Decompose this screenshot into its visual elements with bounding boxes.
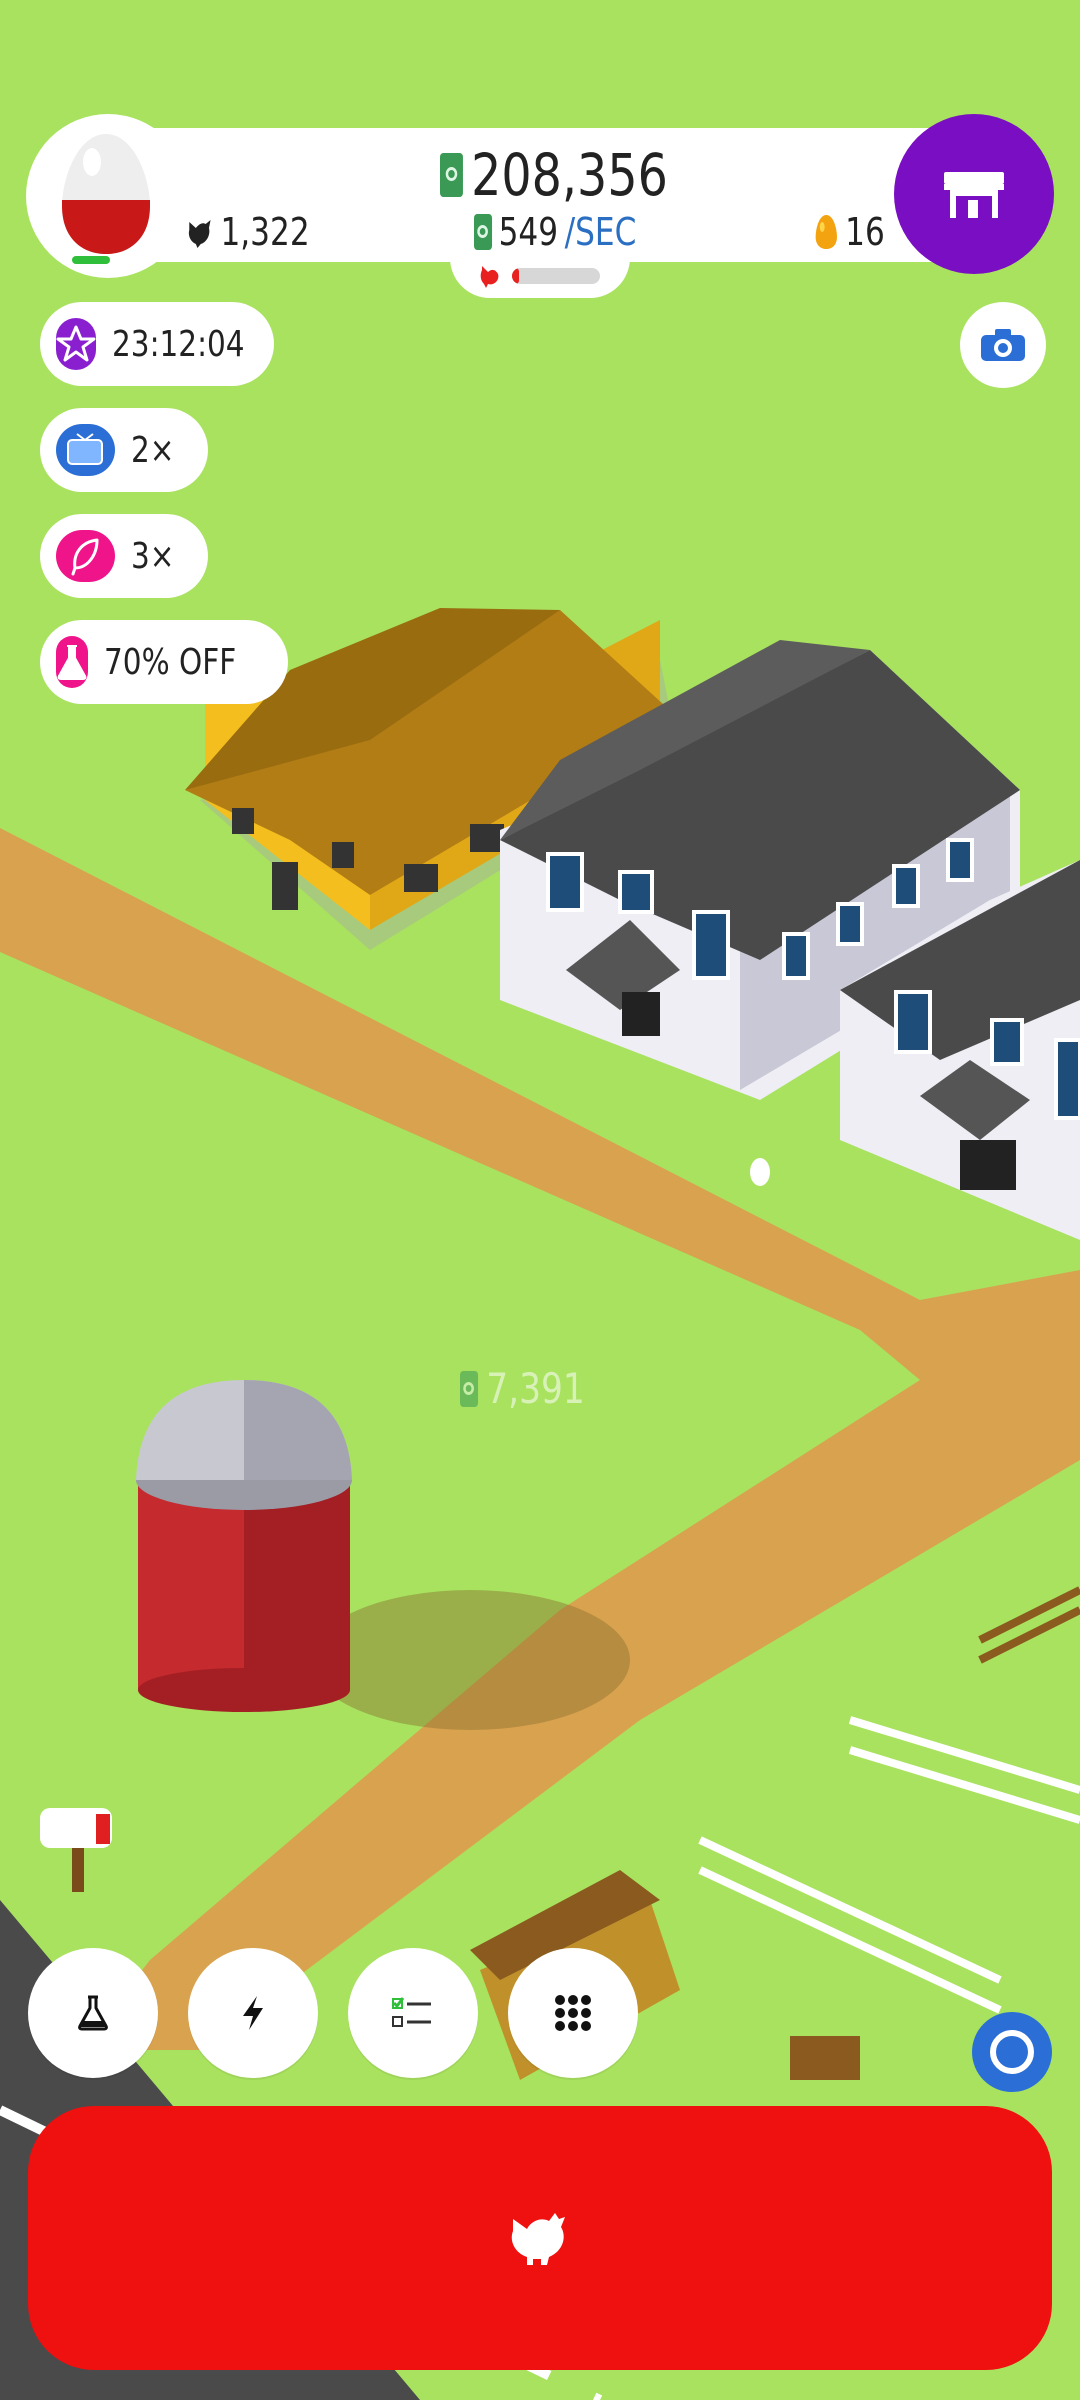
wood-fence	[978, 1586, 1080, 1664]
boost-pill-timer[interactable]: 23:12:04	[40, 302, 274, 386]
chicken-sprite	[750, 1158, 770, 1186]
cash-icon	[474, 214, 493, 250]
floating-cash-popup: 7,391	[460, 1364, 585, 1413]
grid-icon	[555, 1995, 591, 2031]
camera-button[interactable]	[960, 302, 1046, 388]
store-icon	[944, 172, 1004, 218]
chicken-icon	[511, 2213, 565, 2265]
boost-label: 3×	[130, 535, 175, 577]
chicken-icon	[188, 220, 211, 248]
cash-icon	[440, 153, 463, 197]
flask-icon	[78, 1995, 108, 2031]
hatchery-capacity-bar	[512, 268, 600, 284]
golden-eggs-value: 16	[845, 210, 885, 254]
boost-icon-bg	[56, 530, 115, 582]
floating-cash-value: 7,391	[486, 1364, 585, 1413]
avatar-progress	[72, 256, 110, 264]
missions-button[interactable]	[348, 1948, 478, 2078]
chicken-count-value: 1,322	[220, 210, 310, 254]
cash-rate-unit: /SEC	[564, 210, 637, 254]
research-button[interactable]	[28, 1948, 158, 2078]
shop-button[interactable]	[894, 114, 1054, 274]
chicken-count: 1,322	[186, 208, 310, 256]
tv-icon	[67, 433, 104, 465]
hatch-chicken-button[interactable]	[28, 2106, 1052, 2370]
star-icon	[56, 325, 96, 362]
egg-icon	[62, 134, 150, 254]
boost-button[interactable]	[188, 1948, 318, 2078]
ring-icon	[990, 2030, 1034, 2074]
cash-value: 208,356	[471, 141, 668, 209]
golden-eggs: 16	[814, 208, 885, 256]
lightning-icon	[243, 1996, 263, 2030]
boost-pill-research-sale[interactable]: 70% OFF	[40, 620, 288, 704]
flask-icon	[57, 645, 87, 680]
boost-icon-bg	[56, 636, 88, 688]
focus-target-button[interactable]	[972, 2012, 1052, 2092]
menu-button[interactable]	[508, 1948, 638, 2078]
boost-icon-bg	[56, 318, 96, 370]
feather-icon	[71, 538, 99, 576]
boost-label: 2×	[130, 429, 175, 471]
cash-icon	[460, 1370, 479, 1407]
cash-total: 208,356	[440, 140, 668, 210]
red-chicken-icon	[480, 266, 499, 288]
boost-pill-video[interactable]: 2×	[40, 408, 208, 492]
boost-pill-feather[interactable]: 3×	[40, 514, 208, 598]
fences	[698, 1716, 1080, 2014]
cash-rate: 549/SEC	[474, 208, 636, 256]
cash-rate-value: 549	[498, 210, 559, 254]
boost-label: 70% OFF	[104, 641, 237, 683]
golden-egg-icon	[815, 215, 837, 249]
mailbox	[40, 1808, 112, 1892]
boost-icon-bg	[56, 424, 115, 476]
silo	[136, 1380, 630, 1730]
checklist-icon	[392, 1997, 431, 2027]
camera-icon	[981, 329, 1025, 361]
boost-label: 23:12:04	[112, 323, 245, 365]
